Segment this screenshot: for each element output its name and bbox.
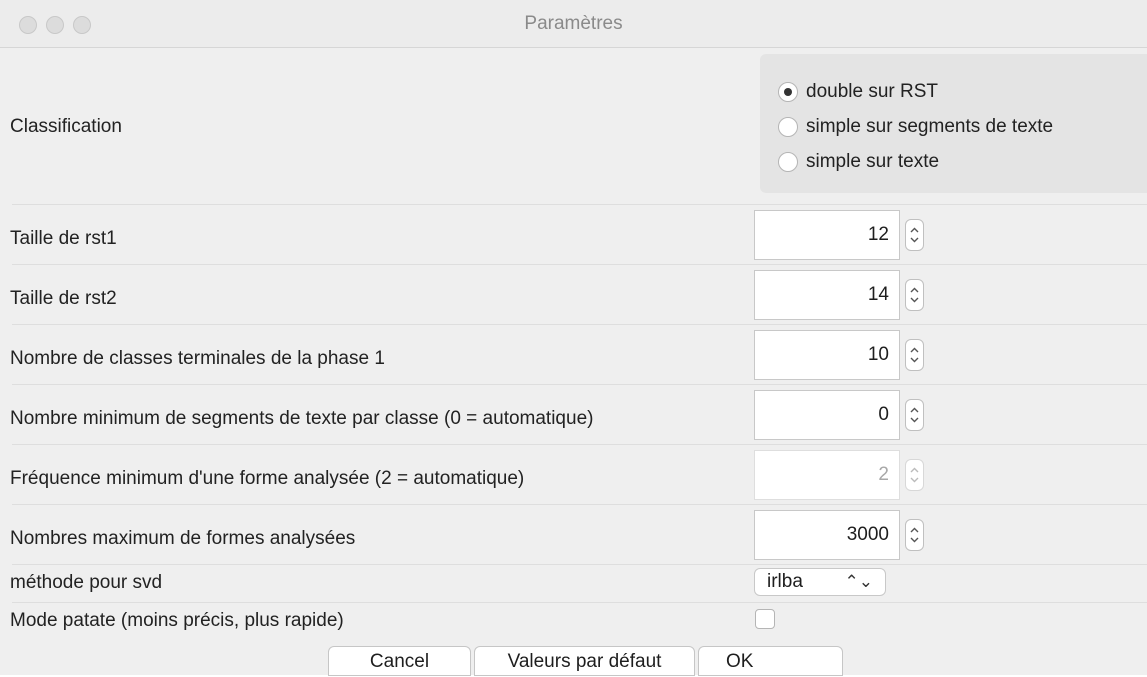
min-freq-label: Fréquence minimum d'une forme analysée (…	[10, 468, 525, 489]
row-divider	[12, 384, 1147, 385]
row-divider	[12, 504, 1147, 505]
min-segments-input[interactable]: 0	[754, 390, 900, 440]
rst1-input[interactable]: 12	[754, 210, 900, 260]
radio-label: simple sur texte	[806, 151, 940, 172]
patate-row: Mode patate (moins précis, plus rapide)	[0, 602, 1147, 636]
classes-stepper-icon[interactable]	[905, 339, 924, 371]
title-bar: Paramètres	[0, 0, 1147, 48]
rst2-row: Taille de rst2 14	[0, 264, 1147, 322]
settings-form: Classification double sur RST simple sur…	[0, 48, 1147, 676]
row-divider	[12, 564, 1147, 565]
ok-button[interactable]: OK	[698, 646, 843, 676]
radio-label: simple sur segments de texte	[806, 116, 1054, 137]
rst1-label: Taille de rst1	[10, 228, 117, 249]
cancel-button[interactable]: Cancel	[328, 646, 471, 676]
max-forms-input[interactable]: 3000	[754, 510, 900, 560]
row-divider	[12, 602, 1147, 603]
patate-checkbox[interactable]	[755, 609, 775, 629]
svd-row: méthode pour svd irlba ⌃⌄	[0, 564, 1147, 600]
classification-label: Classification	[10, 116, 122, 137]
rst2-input[interactable]: 14	[754, 270, 900, 320]
radio-button[interactable]	[778, 152, 798, 172]
max-forms-stepper-icon[interactable]	[905, 519, 924, 551]
classification-radio-group: double sur RST simple sur segments de te…	[760, 54, 1147, 193]
min-freq-stepper-icon	[905, 459, 924, 491]
min-segments-label: Nombre minimum de segments de texte par …	[10, 408, 594, 429]
classes-input[interactable]: 10	[754, 330, 900, 380]
classes-label: Nombre de classes terminales de la phase…	[10, 348, 385, 369]
chevron-up-down-icon: ⌃⌄	[844, 572, 874, 591]
min-freq-row: Fréquence minimum d'une forme analysée (…	[0, 444, 1147, 502]
max-forms-row: Nombres maximum de formes analysées 3000	[0, 504, 1147, 562]
radio-option-double-rst[interactable]: double sur RST	[778, 77, 938, 107]
row-divider	[12, 324, 1147, 325]
row-divider	[12, 264, 1147, 265]
radio-button[interactable]	[778, 117, 798, 137]
radio-label: double sur RST	[806, 81, 939, 102]
classification-row: Classification double sur RST simple sur…	[0, 48, 1147, 202]
window-title: Paramètres	[524, 13, 623, 34]
default-values-button[interactable]: Valeurs par défaut	[474, 646, 695, 676]
svd-method-select[interactable]: irlba ⌃⌄	[754, 568, 886, 596]
radio-option-simple-texte[interactable]: simple sur texte	[778, 147, 939, 177]
max-forms-label: Nombres maximum de formes analysées	[10, 528, 356, 549]
row-divider	[12, 444, 1147, 445]
min-segments-stepper-icon[interactable]	[905, 399, 924, 431]
rst2-label: Taille de rst2	[10, 288, 117, 309]
classes-row: Nombre de classes terminales de la phase…	[0, 324, 1147, 382]
min-segments-row: Nombre minimum de segments de texte par …	[0, 384, 1147, 442]
row-divider	[12, 204, 1147, 205]
rst1-stepper-icon[interactable]	[905, 219, 924, 251]
rst2-stepper-icon[interactable]	[905, 279, 924, 311]
patate-label: Mode patate (moins précis, plus rapide)	[10, 610, 344, 631]
svd-method-value: irlba	[767, 571, 803, 592]
svd-label: méthode pour svd	[10, 572, 163, 593]
radio-button-selected[interactable]	[778, 82, 798, 102]
min-freq-input: 2	[754, 450, 900, 500]
rst1-row: Taille de rst1 12	[0, 204, 1147, 262]
radio-option-simple-segments[interactable]: simple sur segments de texte	[778, 112, 1053, 142]
